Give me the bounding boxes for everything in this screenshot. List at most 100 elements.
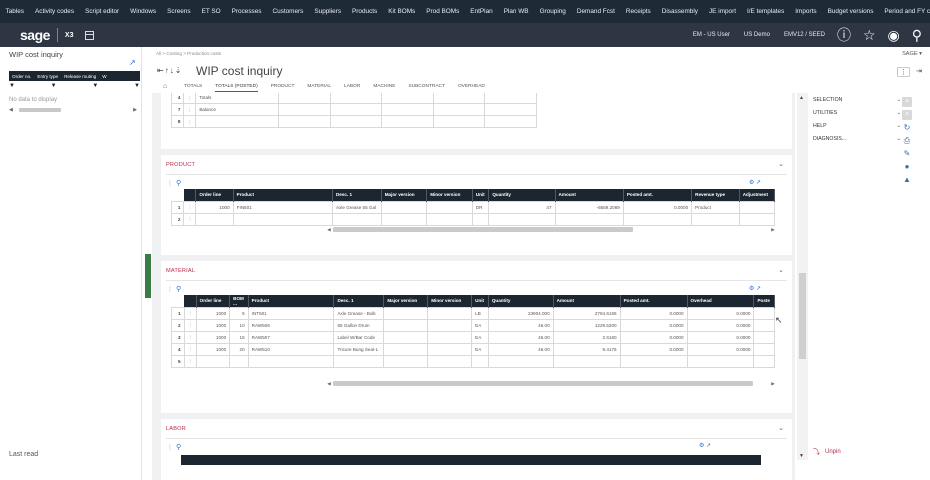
- navigation-page-icon[interactable]: [85, 30, 95, 40]
- filter-icon[interactable]: ▼: [134, 83, 140, 91]
- menu-utilities[interactable]: UTILITIES ⌄: [813, 110, 901, 116]
- table-row[interactable]: 4 ⋮ Totals: [170, 93, 537, 104]
- menu-item[interactable]: Script editor: [80, 8, 125, 15]
- collapse-left-panel-handle[interactable]: [145, 254, 151, 298]
- col-header[interactable]: Amount: [555, 189, 624, 201]
- cell-bom[interactable]: 5: [229, 306, 249, 320]
- last-read-label[interactable]: Last read: [9, 451, 38, 458]
- scroll-thumb[interactable]: [799, 273, 806, 359]
- compass-icon[interactable]: ◉: [888, 28, 900, 42]
- col-header[interactable]: Amount: [553, 295, 621, 307]
- chevron-down-icon[interactable]: ⌄: [778, 424, 784, 432]
- export-icon[interactable]: ▲: [900, 175, 914, 188]
- col-header[interactable]: Revenue type: [691, 189, 740, 201]
- row-menu-icon[interactable]: ⋮: [183, 103, 197, 116]
- search-icon[interactable]: ⚲: [912, 28, 922, 42]
- menu-item[interactable]: Prod BOMs: [421, 8, 465, 15]
- row-menu-icon[interactable]: ⋮: [183, 200, 197, 214]
- col-header[interactable]: Unit: [471, 295, 489, 307]
- cell-amount[interactable]: 2.6160: [552, 330, 621, 344]
- row-menu-icon[interactable]: ⋮: [183, 330, 197, 344]
- cell-product[interactable]: FIN501: [232, 200, 333, 214]
- col-header[interactable]: Major version: [381, 189, 428, 201]
- col-header[interactable]: Adjustment: [739, 189, 776, 201]
- row-menu-icon[interactable]: ⋮: [183, 115, 197, 128]
- filter-icon[interactable]: ▼: [51, 83, 57, 91]
- col-header[interactable]: Minor version: [426, 189, 473, 201]
- row-menu-icon[interactable]: ⋮: [183, 342, 197, 356]
- cell-quantity[interactable]: 46.00: [487, 342, 554, 356]
- favorites-star-icon[interactable]: ☆: [863, 28, 876, 42]
- cell-overhead[interactable]: 0.0000: [686, 342, 755, 356]
- tab-machine[interactable]: MACHINE: [373, 84, 395, 92]
- cell-desc[interactable]: 55 Gallon Drum: [333, 318, 385, 332]
- grid-menu-icon[interactable]: ⋮: [167, 444, 173, 451]
- expand-icon[interactable]: ↗: [129, 58, 136, 67]
- cell-order-line[interactable]: 1000: [195, 306, 231, 320]
- cell-quantity[interactable]: 46.00: [487, 318, 554, 332]
- vertical-scrollbar[interactable]: ▲ ▼: [797, 93, 808, 460]
- edit-icon[interactable]: ✎: [900, 149, 914, 162]
- record-navigation-icons[interactable]: ⇤↑↓⇣: [157, 66, 182, 75]
- grid-menu-icon[interactable]: ⋮: [167, 180, 173, 187]
- col-entry-type[interactable]: Entry type: [34, 71, 61, 81]
- scroll-left-icon[interactable]: ◀: [325, 227, 333, 233]
- add-icon[interactable]: +: [902, 97, 912, 107]
- col-header[interactable]: Product: [233, 189, 333, 201]
- cell-posted[interactable]: 0.0000: [619, 330, 688, 344]
- menu-item[interactable]: JE import: [703, 8, 741, 15]
- cell-amount[interactable]: 2794.6166: [552, 306, 621, 320]
- cell-bom[interactable]: 15: [229, 330, 249, 344]
- cell-quantity[interactable]: 23904.000: [487, 306, 554, 320]
- col-header[interactable]: Major version: [383, 295, 429, 307]
- cell-desc[interactable]: Axle Grease 55 Gal: [331, 200, 382, 214]
- table-row[interactable]: 4 ⋮ 1000 20 RAW510 Tricure Bung Seal-L E…: [171, 342, 775, 356]
- comment-icon[interactable]: ●: [900, 162, 914, 175]
- cell-major[interactable]: [383, 306, 429, 320]
- table-row[interactable]: 2 ⋮: [170, 212, 776, 226]
- cell-minor[interactable]: [426, 200, 473, 214]
- table-row[interactable]: 3 ⋮ 1000 15 RAW507 Label W/Bar Code EA 4…: [171, 330, 775, 344]
- cell-order-line[interactable]: 1000: [195, 318, 231, 332]
- cell-desc[interactable]: Tricure Bung Seal-L: [333, 342, 385, 356]
- cell-amount[interactable]: 9.4176: [552, 342, 621, 356]
- grid-settings-icon[interactable]: ⚙ ↗: [749, 285, 761, 292]
- menu-item[interactable]: Grouping: [534, 8, 571, 15]
- more-actions-icon[interactable]: ⋮: [897, 67, 911, 77]
- col-w[interactable]: W: [99, 71, 109, 81]
- menu-item[interactable]: EntPlan: [465, 8, 498, 15]
- menu-selection[interactable]: SELECTION ⌄: [813, 97, 901, 103]
- menu-item[interactable]: Suppliers: [309, 8, 347, 15]
- col-header[interactable]: Unit: [472, 189, 490, 201]
- cell-order-line[interactable]: 1000: [195, 330, 231, 344]
- cell-bom[interactable]: 10: [229, 318, 249, 332]
- scroll-up-icon[interactable]: ▲: [799, 95, 804, 101]
- material-horizontal-scrollbar[interactable]: ◀ ▶: [325, 380, 777, 387]
- col-header[interactable]: Desc. 1: [333, 295, 385, 307]
- menu-item[interactable]: Kit BOMs: [383, 8, 421, 15]
- menu-item[interactable]: Activity codes: [29, 8, 79, 15]
- chevron-down-icon[interactable]: ⌄: [778, 160, 784, 168]
- scroll-right-icon[interactable]: ▶: [769, 227, 777, 233]
- grid-settings-icon[interactable]: ⚙ ↗: [749, 179, 761, 186]
- row-menu-icon[interactable]: ⋮: [183, 93, 197, 104]
- tab-subcontract[interactable]: SUBCONTRACT: [408, 84, 445, 92]
- menu-item[interactable]: Demand Fcst: [571, 8, 620, 15]
- col-order-no[interactable]: Order no.: [9, 71, 34, 81]
- menu-diagnosis[interactable]: DIAGNOSIS... ⌄: [813, 136, 901, 142]
- cell-product[interactable]: INT501: [247, 306, 335, 320]
- cell-amount[interactable]: 1229.5300: [552, 318, 621, 332]
- left-horizontal-scrollbar[interactable]: ◀ ▶: [9, 107, 137, 113]
- menu-item[interactable]: Receipts: [620, 8, 656, 15]
- cell-unit[interactable]: DR: [471, 200, 490, 214]
- product-horizontal-scrollbar[interactable]: ◀ ▶: [325, 226, 777, 233]
- cell-overhead[interactable]: 0.0000: [686, 306, 755, 320]
- col-header[interactable]: Desc. 1: [332, 189, 382, 201]
- scroll-right-icon[interactable]: ▶: [133, 107, 137, 113]
- cell-overhead[interactable]: 0.0000: [686, 330, 755, 344]
- menu-item[interactable]: I/E templates: [741, 8, 789, 15]
- search-icon[interactable]: ⚲: [176, 285, 181, 293]
- col-header[interactable]: Overhead: [687, 295, 755, 307]
- tab-totals-posted[interactable]: TOTALS (POSTED): [215, 84, 258, 92]
- tab-product[interactable]: PRODUCT: [271, 84, 295, 92]
